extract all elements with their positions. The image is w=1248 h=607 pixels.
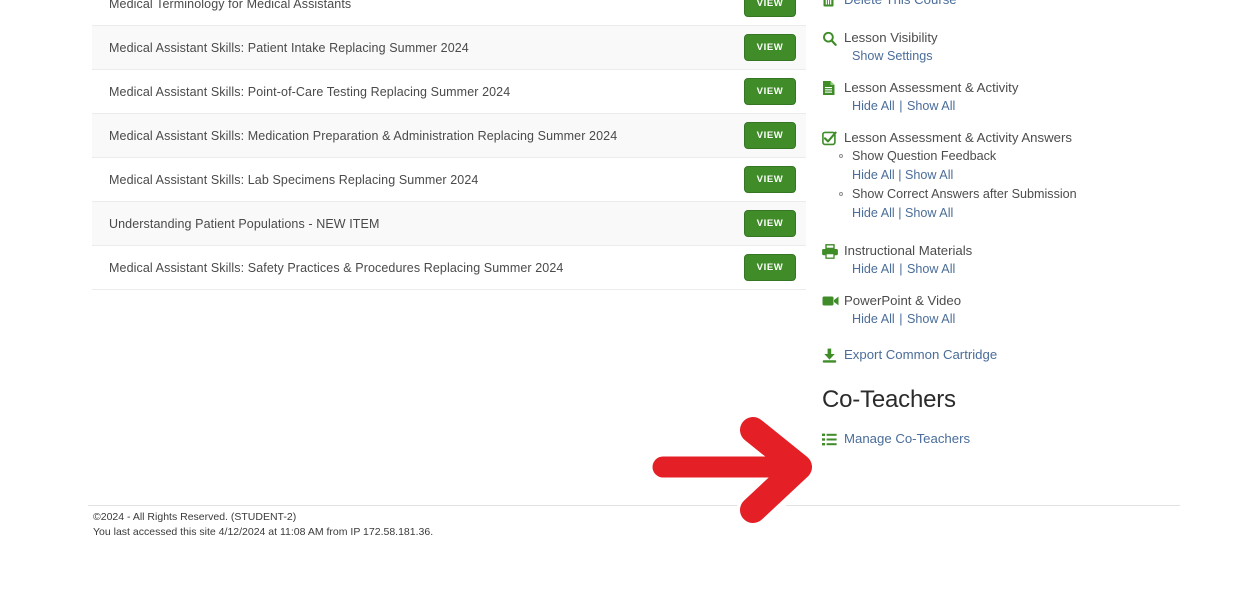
sidebar-item-manage-coteachers[interactable]: Manage Co-Teachers (822, 430, 1222, 448)
sidebar-label-lesson-assessment-answers: Lesson Assessment & Activity Answers (844, 130, 1072, 145)
lesson-title: Medical Assistant Skills: Point-of-Care … (109, 84, 511, 99)
hide-all-link[interactable]: Hide All (852, 312, 895, 326)
view-button[interactable]: VIEW (744, 122, 796, 149)
footer-divider (88, 505, 1180, 506)
right-arrow-annotation-icon (645, 411, 825, 529)
sidebar-sublinks-show-correct-answers: Hide All | Show All (822, 204, 1222, 223)
sidebar-item-lesson-assessment-answers: Lesson Assessment & Activity Answers Sho… (822, 129, 1222, 223)
show-all-link[interactable]: Show All (905, 206, 953, 220)
hide-all-link[interactable]: Hide All (852, 206, 895, 220)
sidebar-label-instructional-materials: Instructional Materials (844, 243, 973, 258)
sidebar-sublinks-show-question-feedback: Hide All | Show All (822, 166, 1222, 185)
sidebar-sublinks-lesson-assessment-activity: Hide All | Show All (822, 97, 1222, 115)
view-button[interactable]: VIEW (744, 78, 796, 105)
lesson-title: Understanding Patient Populations - NEW … (109, 216, 380, 231)
video-camera-icon (822, 293, 844, 309)
sidebar-label-manage-coteachers[interactable]: Manage Co-Teachers (844, 430, 970, 447)
page-section-heading-coteachers: Co-Teachers (822, 386, 956, 413)
table-row[interactable]: Medical Assistant Skills: Lab Specimens … (92, 158, 806, 202)
list-icon (822, 431, 844, 447)
lesson-title: Medical Terminology for Medical Assistan… (109, 0, 352, 11)
sidebar-subitem-show-correct-answers: Show Correct Answers after Submission (822, 185, 1222, 204)
download-icon (822, 347, 844, 363)
footer-last-access: You last accessed this site 4/12/2024 at… (93, 525, 434, 538)
sidebar-sublabel: Show Question Feedback (852, 149, 997, 163)
view-button[interactable]: VIEW (744, 0, 796, 17)
course-tools-sidebar: Delete This Course Lesson Visibility Sho… (822, 0, 1222, 462)
hide-all-link[interactable]: Hide All (852, 99, 895, 113)
table-row[interactable]: Medical Assistant Skills: Medication Pre… (92, 114, 806, 158)
sidebar-sublabel: Show Correct Answers after Submission (852, 187, 1077, 201)
table-row[interactable]: Medical Assistant Skills: Point-of-Care … (92, 70, 806, 114)
lesson-title: Medical Assistant Skills: Safety Practic… (109, 260, 564, 275)
show-all-link[interactable]: Show All (907, 99, 955, 113)
bullet-icon (839, 192, 843, 196)
link-separator: | (899, 312, 903, 326)
bullet-icon (839, 154, 843, 158)
trash-icon (822, 0, 844, 8)
sidebar-label-powerpoint-video: PowerPoint & Video (844, 293, 962, 308)
lesson-list-table: Medical Terminology for Medical Assistan… (92, 0, 806, 290)
view-button[interactable]: VIEW (744, 166, 796, 193)
sidebar-item-instructional-materials: Instructional Materials Hide All | Show … (822, 242, 1222, 278)
checkbox-check-icon (822, 130, 844, 146)
view-button[interactable]: VIEW (744, 254, 796, 281)
sidebar-label-delete-course[interactable]: Delete This Course (844, 0, 957, 8)
magnifier-icon (822, 30, 844, 46)
footer-copyright: ©2024 - All Rights Reserved. (STUDENT-2) (93, 511, 297, 523)
sidebar-item-lesson-assessment-activity: Lesson Assessment & Activity Hide All | … (822, 79, 1222, 115)
table-row[interactable]: Medical Assistant Skills: Safety Practic… (92, 246, 806, 290)
show-all-link[interactable]: Show All (905, 168, 953, 182)
sidebar-sublinks-powerpoint-video: Hide All | Show All (822, 310, 1222, 328)
sidebar-label-export-common-cartridge[interactable]: Export Common Cartridge (844, 346, 997, 363)
lesson-title: Medical Assistant Skills: Medication Pre… (109, 128, 618, 143)
sidebar-label-lesson-visibility: Lesson Visibility (844, 30, 938, 45)
printer-icon (822, 243, 844, 259)
sidebar-item-lesson-visibility: Lesson Visibility Show Settings (822, 29, 1222, 65)
sidebar-item-powerpoint-video: PowerPoint & Video Hide All | Show All (822, 292, 1222, 328)
sidebar-sublinks-lesson-visibility: Show Settings (822, 47, 1222, 65)
footer: ©2024 - All Rights Reserved. (STUDENT-2)… (93, 510, 433, 539)
lesson-title: Medical Assistant Skills: Lab Specimens … (109, 172, 479, 187)
table-row[interactable]: Medical Assistant Skills: Patient Intake… (92, 26, 806, 70)
table-row[interactable]: Understanding Patient Populations - NEW … (92, 202, 806, 246)
document-icon (822, 80, 844, 96)
sidebar-subitem-show-question-feedback: Show Question Feedback (822, 147, 1222, 166)
sidebar-sublinks-instructional-materials: Hide All | Show All (822, 260, 1222, 278)
show-all-link[interactable]: Show All (907, 312, 955, 326)
link-separator: | (898, 206, 902, 220)
table-row[interactable]: Medical Terminology for Medical Assistan… (92, 0, 806, 26)
sidebar-label-lesson-assessment-activity: Lesson Assessment & Activity (844, 80, 1019, 95)
show-all-link[interactable]: Show All (907, 262, 955, 276)
hide-all-link[interactable]: Hide All (852, 262, 895, 276)
show-settings-link[interactable]: Show Settings (852, 49, 933, 63)
sidebar-item-delete-course[interactable]: Delete This Course (822, 0, 1222, 9)
link-separator: | (899, 262, 903, 276)
sidebar-item-export-common-cartridge[interactable]: Export Common Cartridge (822, 346, 1222, 364)
hide-all-link[interactable]: Hide All (852, 168, 895, 182)
view-button[interactable]: VIEW (744, 34, 796, 61)
link-separator: | (898, 168, 902, 182)
lesson-title: Medical Assistant Skills: Patient Intake… (109, 40, 469, 55)
link-separator: | (899, 99, 903, 113)
view-button[interactable]: VIEW (744, 210, 796, 237)
